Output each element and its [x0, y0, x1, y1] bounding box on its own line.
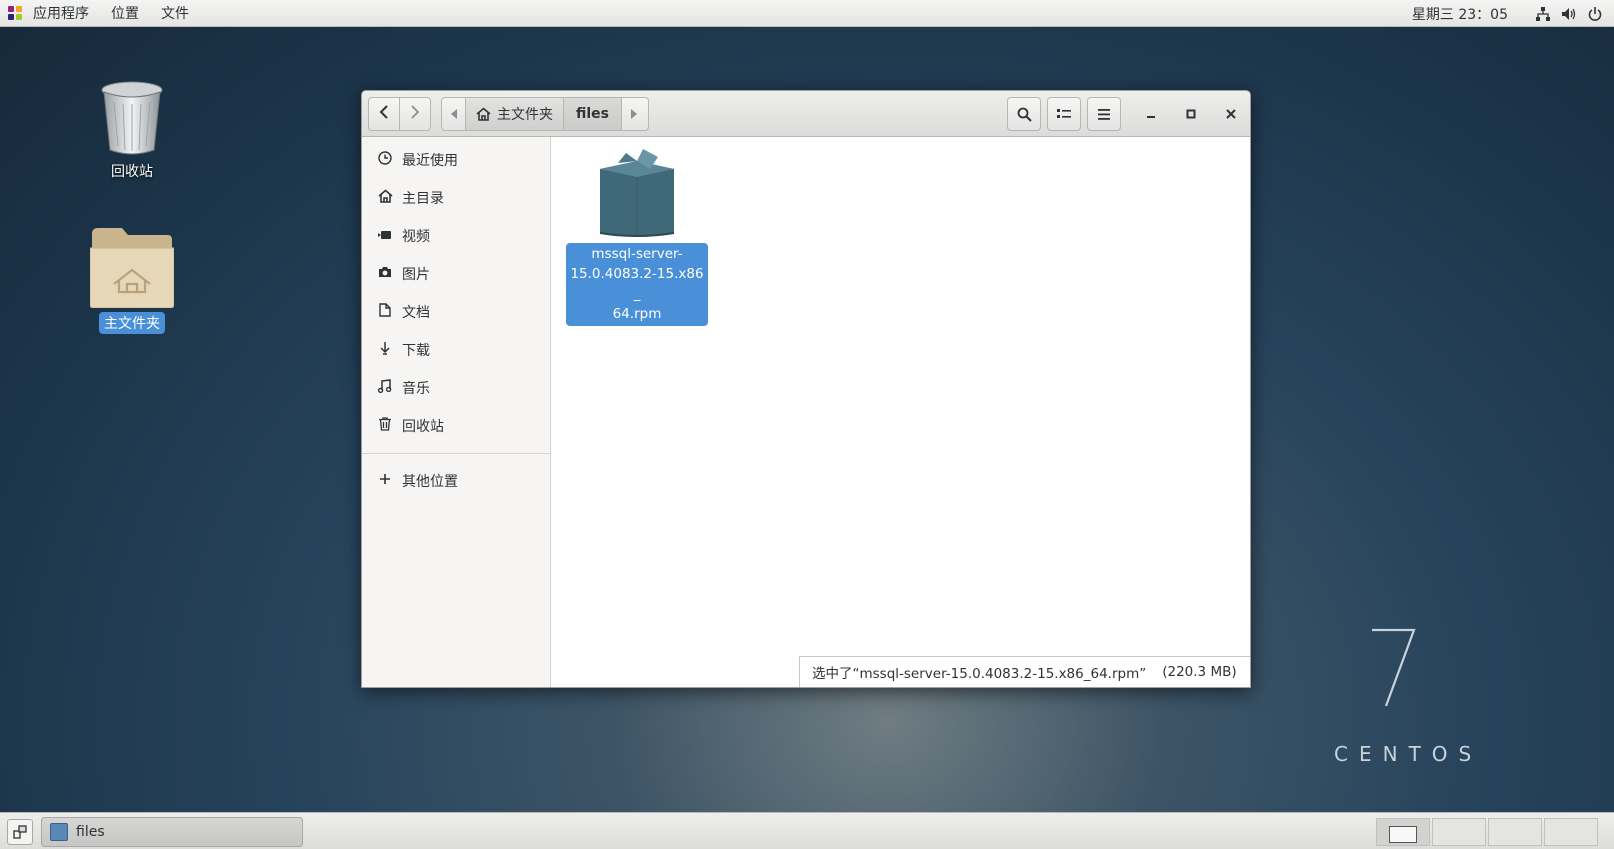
sidebar-item-label: 主目录 — [402, 191, 444, 207]
status-text: 选中了“mssql-server-15.0.4083.2-15.x86_64.r… — [812, 666, 1147, 682]
close-icon — [1226, 109, 1236, 119]
file-name-label: mssql-server- 15.0.4083.2-15.x86_ 64.rpm — [566, 243, 708, 326]
forward-button[interactable] — [399, 97, 431, 131]
video-icon — [376, 229, 394, 244]
package-icon — [566, 147, 708, 239]
sidebar-item-downloads[interactable]: 下载 — [362, 331, 550, 369]
sidebar-separator — [362, 453, 550, 454]
file-name-line: mssql-server- — [591, 246, 683, 262]
back-button[interactable] — [368, 97, 400, 131]
clock-icon — [376, 151, 394, 169]
trash-icon — [87, 80, 177, 160]
network-icon[interactable] — [1530, 0, 1556, 27]
clock[interactable]: 星期三 23：05 — [1412, 4, 1508, 24]
path-home-label: 主文件夹 — [497, 107, 553, 123]
applications-logo-icon — [8, 6, 22, 20]
desktop-home-folder-label: 主文件夹 — [99, 312, 165, 334]
file-name-line: 15.0.4083.2-15.x86_ — [570, 266, 704, 302]
maximize-icon — [1186, 109, 1196, 119]
sidebar-item-label: 音乐 — [402, 381, 430, 397]
file-view[interactable]: mssql-server- 15.0.4083.2-15.x86_ 64.rpm… — [551, 137, 1250, 687]
sidebar-item-other-locations[interactable]: 其他位置 — [362, 462, 550, 500]
sidebar-item-recent[interactable]: 最近使用 — [362, 141, 550, 179]
hamburger-icon — [1098, 108, 1110, 120]
centos-seven-logo — [1364, 628, 1424, 708]
power-icon[interactable] — [1582, 0, 1608, 27]
path-bar: 主文件夹 files — [441, 97, 649, 131]
path-scroll-left-button[interactable] — [442, 98, 466, 130]
minimize-icon — [1146, 109, 1156, 119]
workspace-2[interactable] — [1432, 818, 1486, 846]
list-view-icon — [1057, 108, 1071, 120]
search-button[interactable] — [1007, 97, 1041, 131]
menu-button[interactable] — [1087, 97, 1121, 131]
sidebar-item-label: 其他位置 — [402, 474, 458, 490]
maximize-button[interactable] — [1180, 103, 1202, 125]
home-icon — [476, 107, 491, 121]
minimize-button[interactable] — [1140, 103, 1162, 125]
file-manager-icon — [50, 823, 68, 841]
close-button[interactable] — [1220, 103, 1242, 125]
sidebar-item-home[interactable]: 主目录 — [362, 179, 550, 217]
workspace-1[interactable] — [1376, 818, 1430, 846]
menu-places[interactable]: 位置 — [100, 3, 150, 23]
forward-arrow-icon — [410, 105, 420, 123]
sidebar-item-label: 下载 — [402, 343, 430, 359]
menu-files[interactable]: 文件 — [150, 3, 200, 23]
show-desktop-icon — [13, 825, 27, 839]
sidebar-item-documents[interactable]: 文档 — [362, 293, 550, 331]
file-item[interactable]: mssql-server- 15.0.4083.2-15.x86_ 64.rpm — [566, 147, 708, 326]
centos-wordmark: CENTOS — [1334, 742, 1483, 766]
places-sidebar: 最近使用 主目录 视频 图片 文档 下载 音乐 回收站 其他位置 — [362, 137, 551, 687]
back-arrow-icon — [379, 105, 389, 123]
sidebar-item-label: 图片 — [402, 267, 430, 283]
bottom-panel: files — [0, 812, 1614, 849]
home-folder-icon — [87, 226, 177, 312]
desktop-trash-label: 回收站 — [111, 164, 153, 180]
show-desktop-button[interactable] — [7, 819, 33, 845]
sidebar-item-trash[interactable]: 回收站 — [362, 407, 550, 445]
sidebar-item-videos[interactable]: 视频 — [362, 217, 550, 255]
music-icon — [376, 379, 394, 397]
path-home-button[interactable]: 主文件夹 — [466, 98, 564, 130]
download-icon — [376, 341, 394, 359]
path-scroll-right-button[interactable] — [622, 98, 646, 130]
path-current-button[interactable]: files — [564, 98, 623, 130]
sidebar-item-label: 最近使用 — [402, 153, 458, 169]
top-panel: 应用程序 位置 文件 星期三 23：05 — [0, 0, 1614, 27]
sidebar-item-label: 视频 — [402, 229, 430, 245]
sidebar-item-label: 文档 — [402, 305, 430, 321]
file-name-line: 64.rpm — [612, 306, 662, 322]
path-current-label: files — [576, 106, 610, 122]
trash-icon — [376, 417, 394, 435]
status-size: (220.3 MB) — [1162, 664, 1237, 680]
view-mode-button[interactable] — [1047, 97, 1081, 131]
taskbar-item-label: files — [76, 824, 105, 840]
workspace-4[interactable] — [1544, 818, 1598, 846]
sidebar-item-pictures[interactable]: 图片 — [362, 255, 550, 293]
home-icon — [376, 189, 394, 207]
file-manager-window: 主文件夹 files 最近使用 主目录 视频 图片 文档 下载 音乐 回收站 其… — [361, 90, 1251, 688]
desktop-trash[interactable]: 回收站 — [87, 80, 177, 182]
menu-applications[interactable]: 应用程序 — [22, 3, 100, 23]
volume-icon[interactable] — [1556, 0, 1582, 27]
workspace-3[interactable] — [1488, 818, 1542, 846]
desktop-home-folder[interactable]: 主文件夹 — [87, 226, 177, 334]
plus-icon — [376, 473, 394, 489]
document-icon — [376, 303, 394, 321]
camera-icon — [376, 266, 394, 282]
sidebar-item-music[interactable]: 音乐 — [362, 369, 550, 407]
taskbar-item-files[interactable]: files — [41, 817, 303, 847]
search-icon — [1017, 107, 1032, 122]
selection-status-bar: 选中了“mssql-server-15.0.4083.2-15.x86_64.r… — [799, 656, 1250, 687]
headerbar: 主文件夹 files — [362, 91, 1250, 137]
sidebar-item-label: 回收站 — [402, 419, 444, 435]
